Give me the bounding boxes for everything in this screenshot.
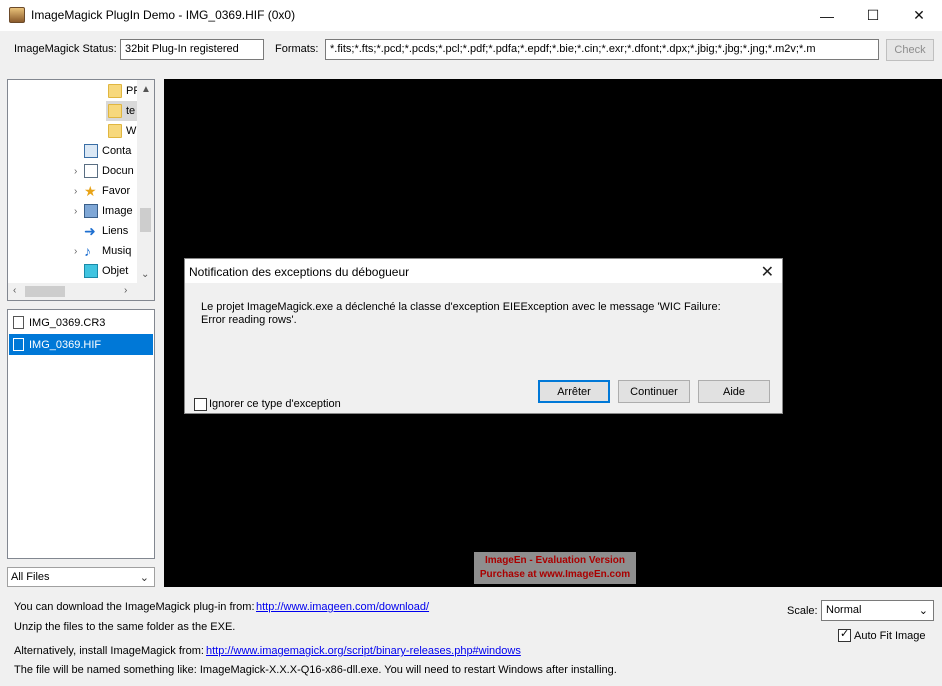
scale-label: Scale:	[787, 605, 818, 617]
tree-item-label: Liens	[102, 225, 129, 237]
file-list[interactable]: IMG_0369.CR3 IMG_0369.HIF	[7, 309, 155, 559]
filename-note: The file will be named something like: I…	[14, 664, 617, 676]
watermark-line1: ImageEn - Evaluation Version	[484, 555, 626, 566]
scroll-thumb[interactable]	[25, 286, 65, 297]
watermark-line2: Purchase at www.ImageEn.com	[479, 569, 631, 580]
tree-vertical-scrollbar[interactable]: ▲ ⌄	[137, 80, 154, 285]
status-field[interactable]: 32bit Plug-In registered	[120, 39, 264, 60]
tree-item-label: Image	[102, 205, 133, 217]
help-button[interactable]: Aide	[698, 380, 770, 403]
star-icon: ★	[84, 183, 97, 199]
pictures-icon	[84, 204, 98, 218]
window-title: ImageMagick PlugIn Demo - IMG_0369.HIF (…	[31, 8, 296, 22]
dialog-title: Notification des exceptions du débogueur	[189, 265, 410, 279]
alt-install-text: Alternatively, install ImageMagick from:	[14, 645, 204, 657]
tree-item-pictures[interactable]: › Image	[74, 201, 133, 221]
dialog-message: Le projet ImageMagick.exe a déclenché la…	[201, 301, 721, 326]
auto-fit-label: Auto Fit Image	[854, 630, 926, 642]
file-icon	[13, 316, 24, 329]
auto-fit-checkbox[interactable]	[838, 627, 851, 642]
evaluation-watermark: ImageEn - Evaluation Version Purchase at…	[474, 552, 636, 584]
contacts-icon	[84, 144, 98, 158]
folder-icon	[108, 124, 122, 138]
scroll-up-icon[interactable]: ▲	[141, 84, 151, 95]
tree-item-3d-objects[interactable]: Objet	[74, 261, 128, 281]
imagemagick-link[interactable]: http://www.imagemagick.org/script/binary…	[206, 645, 521, 657]
download-text: You can download the ImageMagick plug-in…	[14, 601, 255, 613]
file-item-hif[interactable]: IMG_0369.HIF	[9, 334, 153, 355]
status-label: ImageMagick Status:	[14, 43, 117, 55]
tree-item-label: Conta	[102, 145, 132, 157]
chevron-down-icon: ⌄	[918, 605, 928, 617]
scroll-left-icon[interactable]: ‹	[13, 285, 16, 296]
tree-item-label: Musiq	[102, 245, 132, 257]
dialog-title-bar: Notification des exceptions du débogueur…	[185, 259, 782, 283]
minimize-button[interactable]: —	[804, 0, 850, 31]
tree-item-label: Favor	[102, 185, 131, 197]
tree-horizontal-scrollbar[interactable]: ‹ ›	[8, 283, 154, 300]
maximize-button[interactable]: ☐	[850, 0, 896, 31]
continue-button[interactable]: Continuer	[618, 380, 690, 403]
tree-item-links[interactable]: ➜ Liens	[74, 221, 128, 241]
file-name: IMG_0369.CR3	[29, 316, 106, 329]
check-button[interactable]: Check	[886, 39, 934, 61]
folder-icon	[108, 84, 122, 98]
scroll-right-icon[interactable]: ›	[124, 285, 127, 296]
scale-dropdown[interactable]: Normal ⌄	[821, 600, 934, 621]
chevron-right-icon[interactable]: ›	[74, 246, 84, 257]
link-icon: ➜	[84, 223, 96, 239]
tree-item-label: W	[126, 125, 137, 137]
tree-item-label: Objet	[102, 265, 129, 277]
tree-item-label: te	[126, 105, 136, 117]
download-link[interactable]: http://www.imageen.com/download/	[256, 601, 429, 613]
chevron-right-icon[interactable]: ›	[74, 166, 84, 177]
exception-dialog: Notification des exceptions du débogueur…	[184, 258, 783, 414]
tree-item-pf[interactable]: PF	[108, 81, 140, 101]
file-icon	[13, 338, 24, 351]
tree-item-documents[interactable]: › Docun	[74, 161, 134, 181]
unzip-text: Unzip the files to the same folder as th…	[14, 621, 236, 633]
formats-field[interactable]: *.fits;*.fts;*.pcd;*.pcds;*.pcl;*.pdf;*.…	[325, 39, 879, 60]
scroll-down-icon[interactable]: ⌄	[141, 269, 149, 280]
file-name: IMG_0369.HIF	[29, 338, 102, 351]
chevron-right-icon[interactable]: ›	[74, 206, 84, 217]
app-icon	[9, 7, 25, 23]
tree-item-label: Docun	[102, 165, 134, 177]
file-filter-dropdown[interactable]: All Files ⌄	[7, 567, 155, 587]
ignore-exception-label: Ignorer ce type d'exception	[209, 398, 341, 410]
music-icon: ♪	[84, 243, 91, 259]
close-button[interactable]: ✕	[896, 0, 942, 31]
folder-tree[interactable]: PF te W Conta › Docun › ★ Favor › Image ➜ Lie…	[7, 79, 155, 301]
scroll-thumb[interactable]	[140, 208, 151, 232]
scale-value: Normal	[826, 604, 862, 616]
chevron-right-icon[interactable]: ›	[74, 186, 84, 197]
file-item-cr3[interactable]: IMG_0369.CR3	[9, 312, 153, 333]
tree-item-music[interactable]: › ♪ Musiq	[74, 241, 131, 261]
3d-objects-icon	[84, 264, 98, 278]
tree-item-w[interactable]: W	[108, 121, 136, 141]
chevron-down-icon: ⌄	[139, 572, 149, 584]
tree-item-contacts[interactable]: Conta	[74, 141, 131, 161]
ignore-exception-checkbox[interactable]	[194, 398, 207, 411]
abort-button[interactable]: Arrêter	[538, 380, 610, 403]
formats-label: Formats:	[275, 43, 319, 55]
tree-item-favorites[interactable]: › ★ Favor	[74, 181, 130, 201]
tree-item-te[interactable]: te	[106, 101, 138, 121]
documents-icon	[84, 164, 98, 178]
title-bar: ImageMagick PlugIn Demo - IMG_0369.HIF (…	[0, 0, 942, 31]
close-icon[interactable]: ✕	[761, 262, 774, 282]
file-filter-value: All Files	[11, 571, 50, 583]
folder-icon	[108, 104, 122, 118]
